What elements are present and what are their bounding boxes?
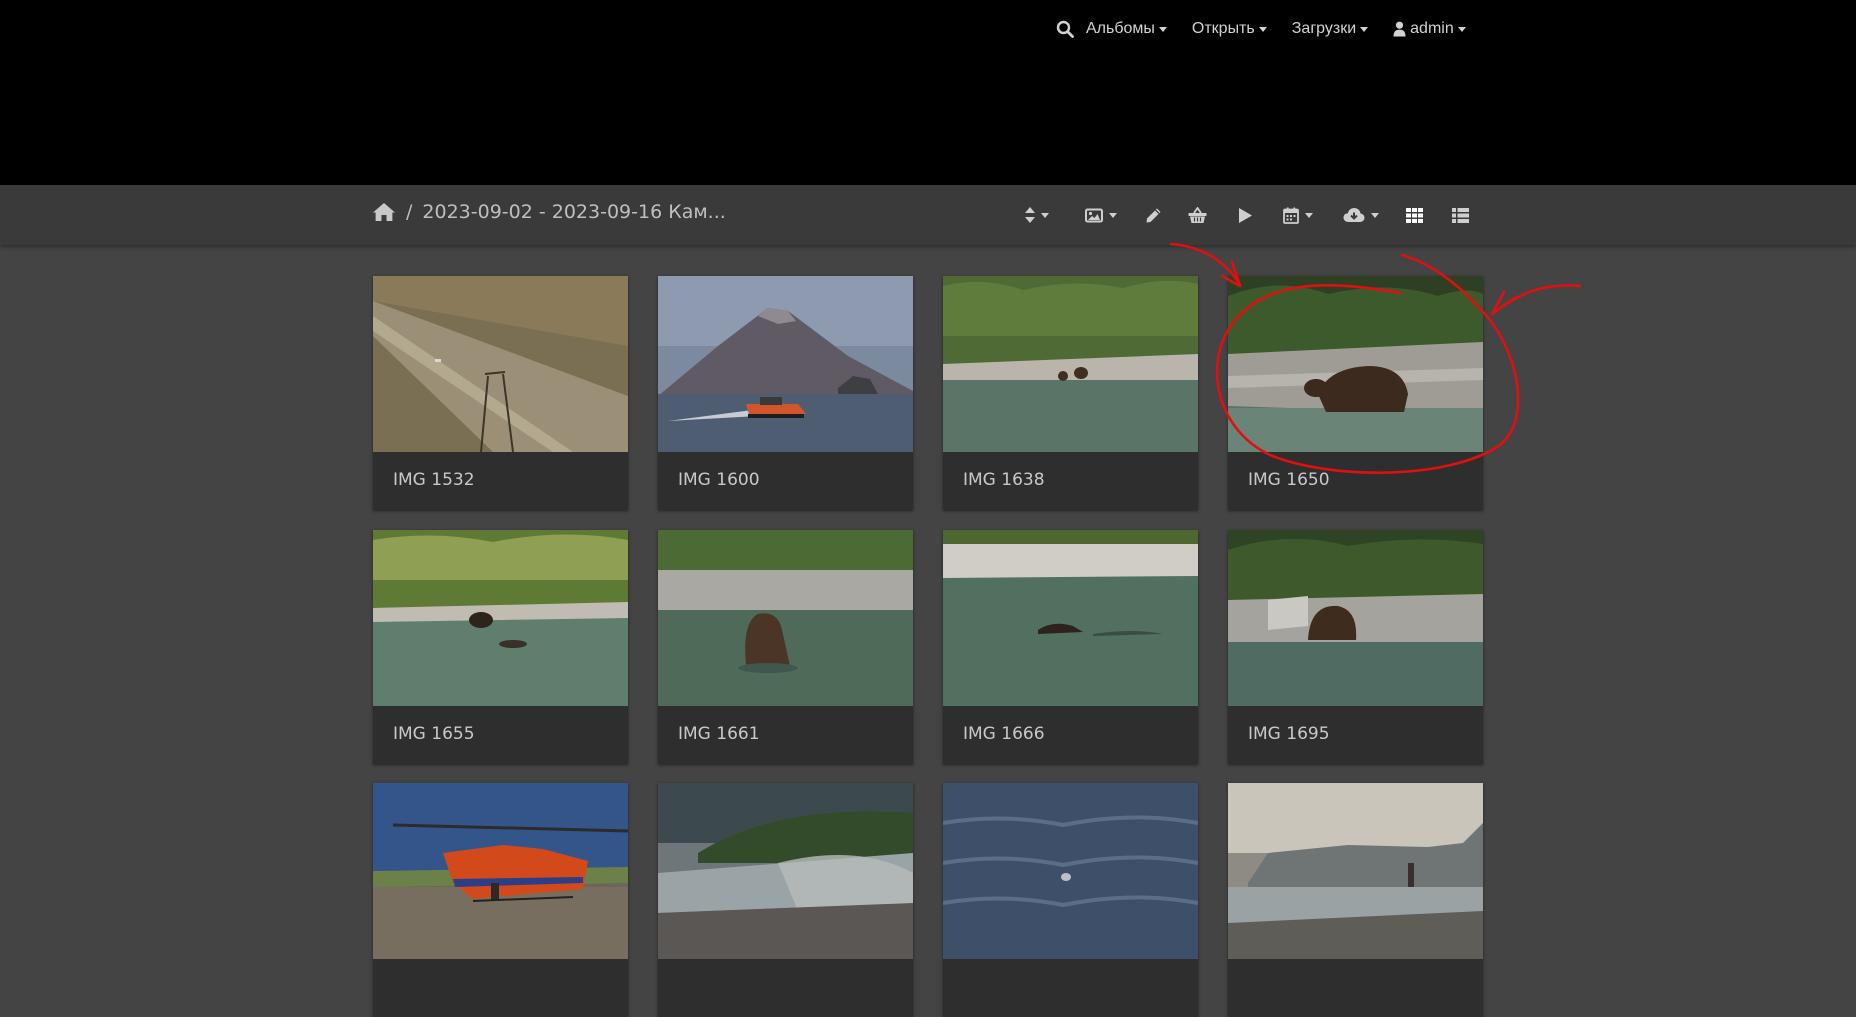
chevron-down-icon [1109,212,1117,218]
album-title: 2023-09-02 - 2023-09-16 Кам... [422,201,726,223]
photo-thumbnail[interactable] [373,276,628,452]
play-icon [1239,207,1252,223]
photo-thumbnail[interactable] [1228,276,1483,452]
chevron-down-icon [1158,27,1167,32]
chevron-down-icon [1305,212,1313,218]
photo-caption: IMG 1638 [963,470,1045,490]
photo-caption: IMG 1655 [393,724,475,744]
photo-thumbnail[interactable] [373,530,628,706]
top-menu: Альбомы Открыть Загрузки admin [1056,16,1491,42]
grid-view-button[interactable] [1406,205,1423,225]
photo-thumbnail[interactable] [943,783,1198,959]
thumbnail-size-button[interactable] [1085,205,1117,225]
downloads-menu-label: Загрузки [1291,20,1357,37]
chevron-down-icon [1457,27,1466,32]
photo-card[interactable] [1228,783,1483,1017]
calendar-icon [1283,207,1299,224]
open-menu[interactable]: Открыть [1192,20,1267,38]
photo-card[interactable]: IMG 1638 [943,276,1198,510]
photo-card[interactable]: IMG 1661 [658,530,913,764]
photo-caption: IMG 1600 [678,470,760,490]
image-icon [1085,208,1103,222]
basket-icon [1188,206,1207,223]
annotation-arrow-right [1490,284,1582,316]
sort-icon [1025,207,1035,223]
list-icon [1452,207,1469,223]
user-menu-label: admin [1410,20,1454,37]
photo-caption: IMG 1650 [1248,470,1330,490]
photo-caption: IMG 1532 [393,470,475,490]
breadcrumb: / 2023-09-02 - 2023-09-16 Кам... [372,201,726,223]
search-icon[interactable] [1056,20,1074,38]
album-toolbar: / 2023-09-02 - 2023-09-16 Кам... [0,185,1856,245]
home-icon[interactable] [372,202,396,222]
sort-button[interactable] [1025,205,1049,225]
photo-thumbnail[interactable] [658,276,913,452]
photo-thumbnail[interactable] [1228,783,1483,959]
chevron-down-icon [1360,27,1369,32]
photo-thumbnail[interactable] [658,530,913,706]
albums-menu[interactable]: Альбомы [1086,20,1167,38]
photo-thumbnail[interactable] [1228,530,1483,706]
albums-menu-label: Альбомы [1086,20,1155,37]
photo-caption: IMG 1661 [678,724,760,744]
photo-thumbnail[interactable] [943,530,1198,706]
photo-thumbnail[interactable] [943,276,1198,452]
photo-thumbnail[interactable] [658,783,913,959]
edit-button[interactable] [1145,205,1162,225]
photo-card[interactable]: IMG 1666 [943,530,1198,764]
grid-icon [1406,207,1423,223]
pencil-icon [1146,208,1161,222]
chevron-down-icon [1041,212,1049,218]
photo-card[interactable]: IMG 1655 [373,530,628,764]
top-navbar: Альбомы Открыть Загрузки admin [0,0,1856,185]
download-button[interactable] [1343,205,1379,225]
photo-caption: IMG 1695 [1248,724,1330,744]
user-icon [1393,21,1406,37]
breadcrumb-separator: / [406,201,413,223]
open-menu-label: Открыть [1191,20,1255,37]
photo-card[interactable]: IMG 1650 [1228,276,1483,510]
calendar-button[interactable] [1283,205,1313,225]
list-view-button[interactable] [1452,205,1469,225]
user-menu[interactable]: admin [1393,20,1466,38]
photo-card[interactable] [373,783,628,1017]
photo-thumbnail[interactable] [373,783,628,959]
annotation-arrowhead-right [1490,290,1516,316]
chevron-down-icon [1258,27,1267,32]
photo-caption: IMG 1666 [963,724,1045,744]
cloud-download-icon [1343,208,1365,222]
chevron-down-icon [1371,212,1379,218]
toolbar-actions [1020,185,1470,245]
photo-card[interactable]: IMG 1600 [658,276,913,510]
slideshow-button[interactable] [1238,205,1253,225]
photo-card[interactable] [943,783,1198,1017]
downloads-menu[interactable]: Загрузки [1291,20,1369,38]
photo-card[interactable]: IMG 1695 [1228,530,1483,764]
basket-button[interactable] [1188,205,1207,225]
photo-card[interactable] [658,783,913,1017]
photo-card[interactable]: IMG 1532 [373,276,628,510]
